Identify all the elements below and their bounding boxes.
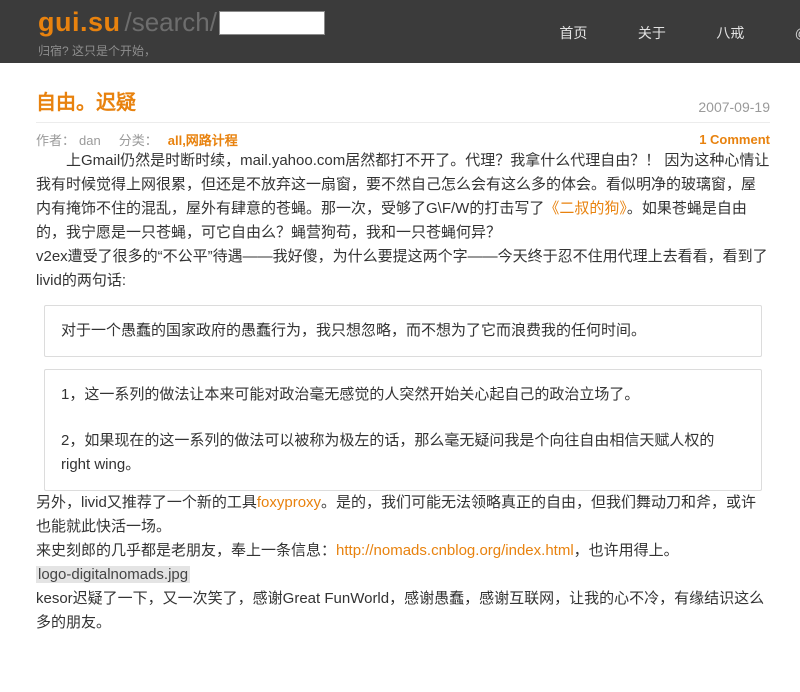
paragraph-4: 来史刻郎的几乎都是老朋友，奉上一条信息：http://nomads.cnblog… <box>36 539 770 563</box>
paragraph-1: 上Gmail仍然是时断时续，mail.yahoo.com居然都打不开了。代理？我… <box>36 149 770 245</box>
author-name: dan <box>79 133 101 148</box>
header-nav: 首页 关于 八戒 @ <box>559 23 800 43</box>
site-header: gui.su /search/ 归宿? 这只是个开始， 首页 关于 八戒 @ <box>0 0 800 63</box>
category-label: 分类： <box>119 133 158 148</box>
nav-item-bajie[interactable]: 八戒 <box>716 25 744 41</box>
post-meta-row: 作者： dan 分类： all,网路计程 1 Comment <box>36 130 770 149</box>
image-alt-text: logo-digitalnomads.jpg <box>36 566 190 583</box>
blockquote-2: 1，这一系列的做法让本来可能对政治毫无感觉的人突然开始关心起自己的政治立场了。 … <box>44 369 762 491</box>
foxyproxy-link[interactable]: foxyproxy <box>257 494 321 511</box>
site-logo-link[interactable]: gui.su <box>38 7 121 38</box>
nav-item-about[interactable]: 关于 <box>638 25 666 41</box>
search-path-label: /search/ <box>125 7 218 38</box>
paragraph-2: v2ex遭受了很多的“不公平”待遇——我好傻，为什么要提这两个字——今天终于忍不… <box>36 245 770 293</box>
nav-item-home[interactable]: 首页 <box>559 25 587 41</box>
nomads-url-link[interactable]: http://nomads.cnblog.org/index.html <box>336 542 574 559</box>
post-title-row: 自由。迟疑 2007-09-19 <box>36 86 770 123</box>
comments-link[interactable]: 1 Comment <box>699 132 770 147</box>
ershu-dog-link[interactable]: 《二叔的狗》 <box>544 200 627 217</box>
post-date: 2007-09-19 <box>698 99 770 115</box>
paragraph-4-text-b: ，也许用得上。 <box>574 542 679 559</box>
nav-item-partial[interactable]: @ <box>795 25 800 41</box>
paragraph-4-text-a: 来史刻郎的几乎都是老朋友，奉上一条信息： <box>36 542 336 559</box>
blockquote-1: 对于一个愚蠢的国家政府的愚蠢行为，我只想忽略，而不想为了它而浪费我的任何时间。 <box>44 305 762 357</box>
paragraph-5: kesor迟疑了一下，又一次笑了，感谢Great FunWorld，感谢愚蠢，感… <box>36 587 770 635</box>
blockquote-1-text: 对于一个愚蠢的国家政府的愚蠢行为，我只想忽略，而不想为了它而浪费我的任何时间。 <box>61 319 745 343</box>
blockquote-2-line-2: 2，如果现在的这一系列的做法可以被称为极左的话，那么毫无疑问我是个向往自由相信天… <box>61 429 745 477</box>
post-title[interactable]: 自由。迟疑 <box>36 86 136 115</box>
main-content: 自由。迟疑 2007-09-19 作者： dan 分类： all,网路计程 1 Com… <box>0 86 800 635</box>
search-input[interactable] <box>219 11 325 35</box>
paragraph-3-text-a: 另外，livid又推荐了一个新的工具 <box>36 494 257 511</box>
author-label: 作者： <box>36 133 75 148</box>
category-link[interactable]: all,网路计程 <box>168 133 238 148</box>
paragraph-3: 另外，livid又推荐了一个新的工具foxyproxy。是的，我们可能无法领略真… <box>36 491 770 539</box>
site-tagline: 归宿? 这只是个开始， <box>38 42 800 59</box>
broken-image-alt-line: logo-digitalnomads.jpg <box>36 563 770 587</box>
post-meta-left: 作者： dan 分类： all,网路计程 <box>36 130 238 149</box>
post-body: 上Gmail仍然是时断时续，mail.yahoo.com居然都打不开了。代理？我… <box>36 149 770 635</box>
blockquote-2-line-1: 1，这一系列的做法让本来可能对政治毫无感觉的人突然开始关心起自己的政治立场了。 <box>61 383 745 407</box>
